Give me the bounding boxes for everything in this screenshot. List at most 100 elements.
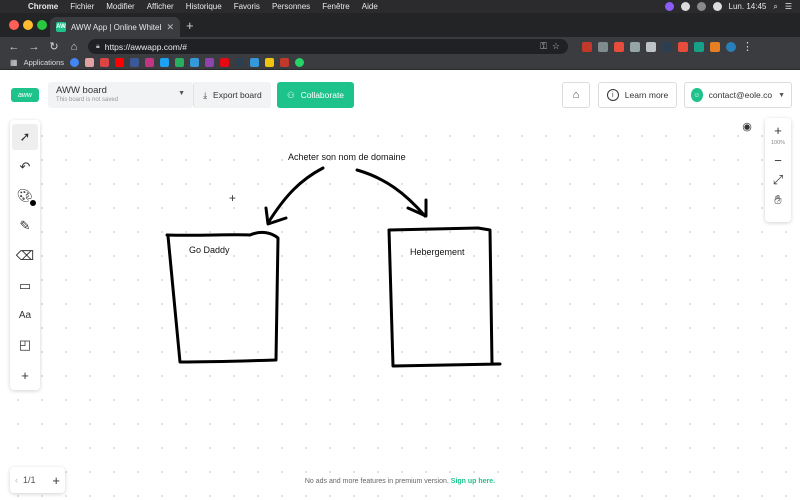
google-icon[interactable]	[70, 58, 80, 67]
extension-icon[interactable]	[678, 41, 688, 52]
select-tool[interactable]: ➚	[12, 124, 38, 150]
drawing-layer	[165, 166, 502, 368]
url-text[interactable]: https://awwapp.com/#	[105, 42, 535, 52]
twitter-icon[interactable]	[160, 58, 170, 67]
menu-fenetre[interactable]: Fenêtre	[316, 2, 356, 11]
menu-modifier[interactable]: Modifier	[100, 2, 140, 11]
key-icon[interactable]: ⚿	[540, 41, 547, 52]
back-icon[interactable]: ←	[8, 41, 20, 53]
minimize-window-button[interactable]	[23, 20, 33, 30]
wifi-icon[interactable]	[696, 2, 706, 11]
extension-icon[interactable]	[694, 41, 704, 52]
facebook-icon[interactable]	[130, 58, 140, 67]
add-tool[interactable]: +	[12, 362, 38, 388]
account-email: contact@eole.co	[708, 90, 773, 100]
extension-icon[interactable]	[582, 41, 592, 52]
youtube-icon[interactable]	[115, 58, 125, 67]
zoom-out-icon: −	[774, 152, 782, 168]
menu-favoris[interactable]: Favoris	[228, 2, 266, 11]
reload-icon[interactable]: ↻	[48, 40, 60, 53]
browser-toolbar: ← → ↻ ⌂ 🔒︎ https://awwapp.com/# ⚿ ☆ ⋮	[0, 37, 800, 56]
bookmark-icon[interactable]	[175, 58, 185, 67]
new-tab-button[interactable]: +	[186, 18, 194, 33]
fit-screen-button[interactable]: ⤢	[766, 170, 790, 190]
apps-grid-icon[interactable]: ▦	[10, 58, 18, 67]
hebergement-label[interactable]: Hebergement	[410, 247, 465, 257]
cloud-icon[interactable]	[680, 2, 690, 11]
extension-icon[interactable]	[710, 41, 720, 52]
bookmark-star-icon[interactable]: ☆	[552, 41, 560, 52]
color-tool[interactable]: 🎨︎	[12, 184, 38, 210]
shape-tool[interactable]: ▭	[12, 273, 38, 299]
text-tool[interactable]: Aa	[12, 303, 38, 329]
aww-favicon-icon: AW	[56, 22, 66, 32]
board-save-status: This board is not saved	[56, 97, 119, 103]
pencil-tool[interactable]: ✎	[12, 213, 38, 239]
bookmark-icon[interactable]	[190, 58, 200, 67]
extension-icon[interactable]	[646, 41, 656, 52]
tool-palette: ➚ ↶ 🎨︎ ✎ ⌫ ▭ Aa ◰ +	[10, 120, 40, 390]
zoom-in-icon: +	[774, 122, 782, 138]
menu-fichier[interactable]: Fichier	[64, 2, 100, 11]
menu-historique[interactable]: Historique	[180, 2, 228, 11]
menu-aide[interactable]: Aide	[356, 2, 384, 11]
more-icon[interactable]: ⋮	[742, 40, 753, 53]
home-icon[interactable]: ⌂	[68, 41, 80, 53]
menu-personnes[interactable]: Personnes	[266, 2, 316, 11]
account-menu-button[interactable]: ☺ contact@eole.co ▼	[684, 82, 792, 108]
board-selector[interactable]: AWW board This board is not saved ▼	[48, 82, 193, 108]
bookmark-icon[interactable]	[85, 58, 95, 67]
zoom-controls: + 100% − ⤢ ✋︎	[765, 118, 791, 222]
diagram-heading[interactable]: Acheter son nom de domaine	[288, 152, 406, 162]
zoom-out-button[interactable]: −	[766, 150, 790, 170]
sign-up-link[interactable]: Sign up here.	[451, 478, 495, 485]
godaddy-label[interactable]: Go Daddy	[189, 245, 230, 255]
bookmark-icon[interactable]	[265, 58, 275, 67]
tray-app-icon[interactable]	[664, 2, 674, 11]
pan-button[interactable]: ✋︎	[766, 190, 790, 210]
zoom-window-button[interactable]	[37, 20, 47, 30]
profile-icon[interactable]	[726, 41, 736, 52]
pinterest-icon[interactable]	[614, 41, 624, 52]
bookmark-icon[interactable]	[250, 58, 260, 67]
menu-afficher[interactable]: Afficher	[141, 2, 180, 11]
home-button[interactable]: ⌂	[562, 82, 590, 108]
info-icon: i	[606, 89, 619, 101]
bookmark-icon[interactable]	[205, 58, 215, 67]
extension-icon[interactable]	[630, 41, 640, 52]
address-bar[interactable]: 🔒︎ https://awwapp.com/# ⚿ ☆	[88, 39, 568, 54]
bookmark-icon[interactable]	[280, 58, 290, 67]
instagram-icon[interactable]	[145, 58, 155, 67]
extension-icon[interactable]	[662, 41, 672, 52]
undo-tool[interactable]: ↶	[12, 154, 38, 180]
battery-icon[interactable]	[712, 2, 722, 11]
board-title: AWW board	[56, 85, 107, 96]
bookmark-applications[interactable]: Applications	[24, 58, 64, 67]
extension-icon[interactable]	[598, 41, 608, 52]
search-icon[interactable]: ⌕	[773, 2, 777, 12]
menu-app-chrome[interactable]: Chrome	[22, 2, 64, 11]
lock-icon[interactable]: 🔒︎	[96, 43, 100, 51]
sticky-note-tool[interactable]: ◰	[12, 332, 38, 358]
view-mode-button[interactable]: ◉	[737, 118, 757, 134]
aww-logo[interactable]: aww	[11, 88, 39, 102]
whiteboard-canvas[interactable]: Acheter son nom de domaine Go Daddy Hebe…	[0, 118, 800, 500]
browser-tab-awwapp[interactable]: AW AWW App | Online Whiteboard ✕	[50, 17, 180, 37]
export-board-label: Export board	[213, 90, 262, 100]
forward-icon[interactable]: →	[28, 41, 40, 53]
netflix-icon[interactable]	[220, 58, 230, 67]
whatsapp-icon[interactable]	[295, 58, 305, 67]
eraser-tool[interactable]: ⌫	[12, 243, 38, 269]
bookmark-icon[interactable]	[235, 58, 245, 67]
arrow-to-godaddy	[266, 166, 325, 225]
bookmark-icon[interactable]	[100, 58, 110, 67]
menubar-clock[interactable]: Lun. 14:45	[729, 2, 767, 11]
export-board-button[interactable]: ⤓ Export board	[193, 82, 271, 108]
zoom-level: 100%	[770, 140, 786, 146]
collaborate-button[interactable]: ⚇ Collaborate	[277, 82, 354, 108]
close-window-button[interactable]	[9, 20, 19, 30]
menu-list-icon[interactable]: ☰	[785, 2, 792, 11]
learn-more-button[interactable]: i Learn more	[598, 82, 677, 108]
zoom-in-button[interactable]: +	[766, 120, 790, 140]
tab-close-icon[interactable]: ✕	[166, 22, 174, 33]
